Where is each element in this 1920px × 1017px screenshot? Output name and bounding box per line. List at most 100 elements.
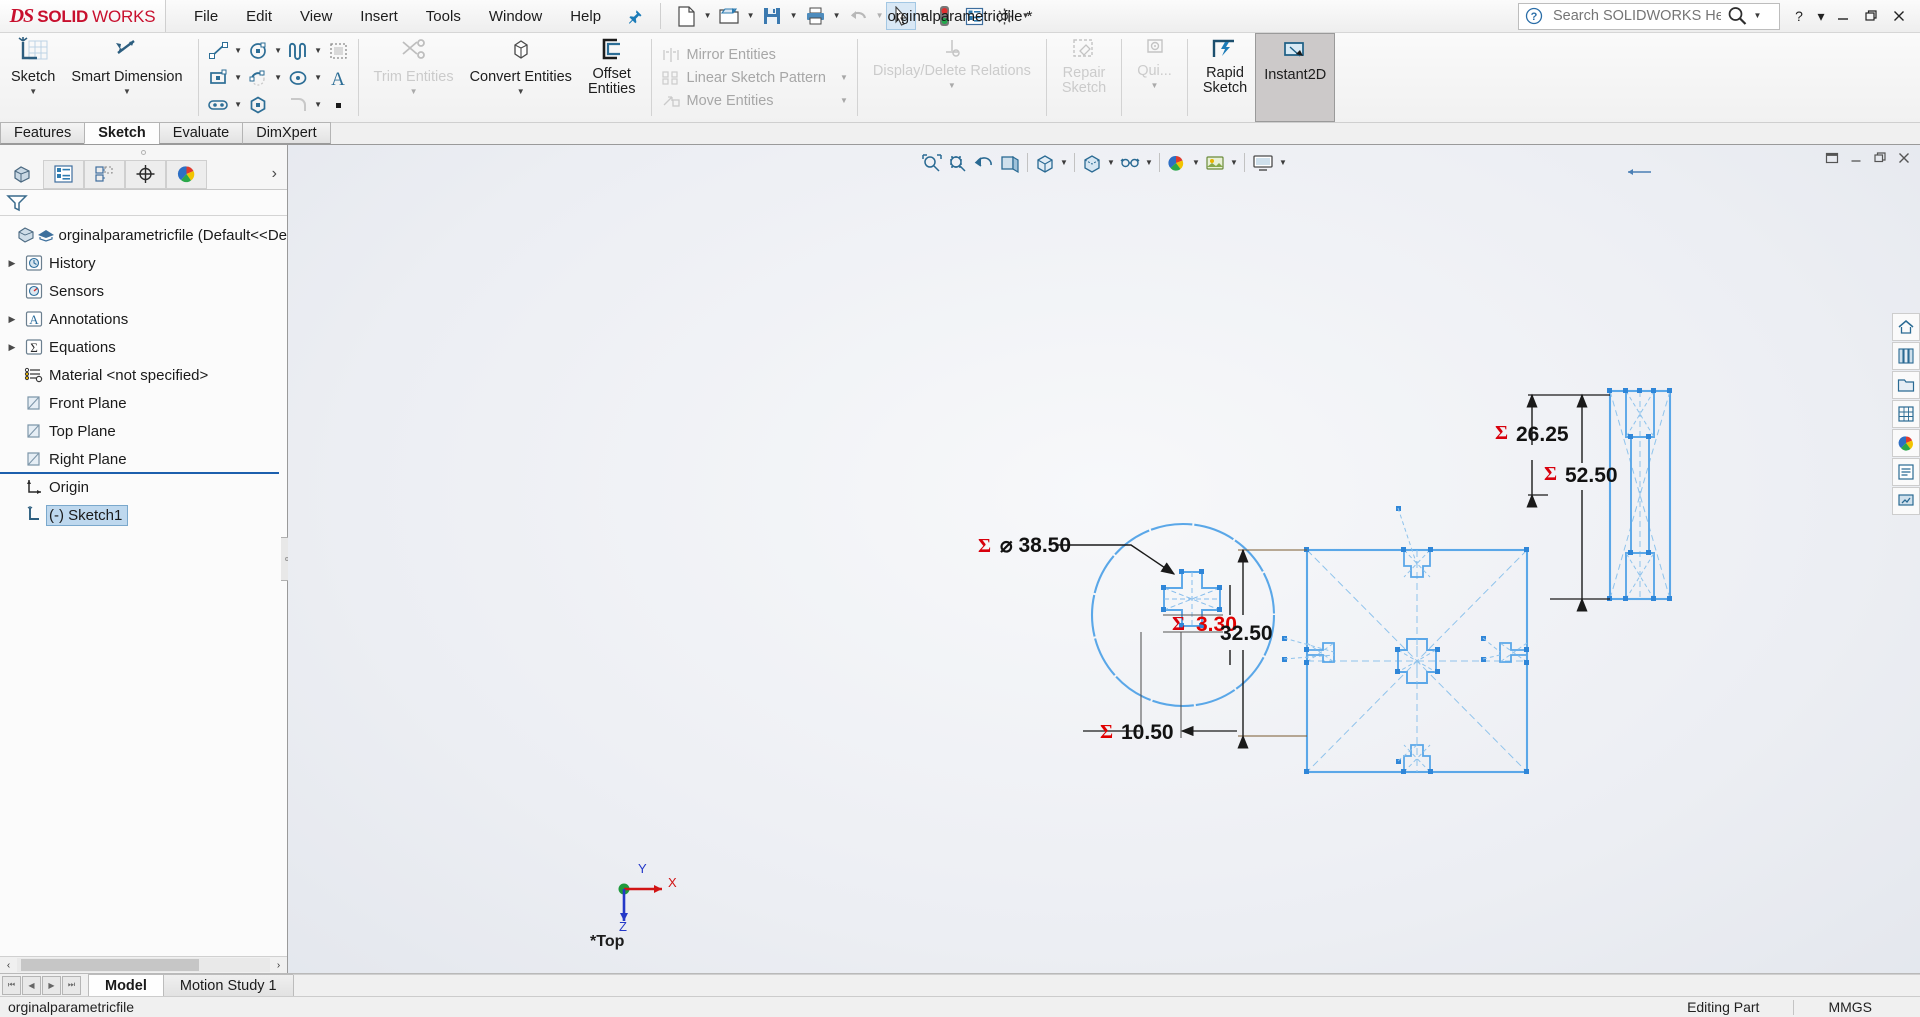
tree-node-top-plane[interactable]: Top Plane [0,417,287,445]
circle-icon[interactable] [245,38,272,63]
mirror-entities-button[interactable]: Mirror Entities [658,43,851,66]
appearance-caret-icon[interactable]: ▼ [1190,158,1202,167]
gear-icon[interactable] [989,2,1019,30]
library-icon[interactable] [1892,342,1920,370]
spline-caret-icon[interactable]: ▼ [312,38,325,63]
feature-manager-tab[interactable] [2,159,43,189]
instant2d-button[interactable]: Instant2D [1255,33,1336,122]
expand-arrow-icon[interactable]: ▶ [2,314,22,325]
rectangle-icon[interactable] [205,65,232,90]
point-icon[interactable] [325,92,352,117]
tree-node-annotations[interactable]: ▶ A Annotations [0,305,287,333]
scroll-thumb[interactable] [21,959,199,971]
menu-item-file[interactable]: File [180,4,232,29]
close-icon[interactable] [1894,148,1914,168]
text-a-icon[interactable]: A [325,65,352,90]
section-view-button[interactable] [997,150,1023,175]
display-style-caret-icon[interactable]: ▼ [1105,158,1117,167]
menu-item-tools[interactable]: Tools [412,4,475,29]
zoom-to-fit-button[interactable] [919,150,945,175]
tab-model[interactable]: Model [88,974,164,996]
tab-sketch[interactable]: Sketch [84,122,160,144]
next-button[interactable]: ▶ [42,975,61,995]
fillet-caret-icon[interactable]: ▼ [312,92,325,117]
apply-scene-button[interactable] [1202,150,1228,175]
tab-motion-study[interactable]: Motion Study 1 [162,974,294,996]
line-caret-icon[interactable]: ▼ [232,38,245,63]
polygon-icon[interactable] [245,92,272,117]
view-orientation-caret-icon[interactable]: ▼ [1058,158,1070,167]
restore-icon[interactable] [1870,148,1890,168]
property-manager-tab[interactable] [43,159,84,189]
arc-caret-icon[interactable]: ▼ [272,65,285,90]
tree-filter-bar[interactable] [0,190,287,216]
offset-entities-button[interactable]: Offset Entities [580,33,644,122]
undo-caret[interactable]: ▼ [873,2,886,30]
select-tool-button[interactable] [886,2,917,30]
trim-region-icon[interactable] [325,38,352,63]
open-document-button[interactable] [714,2,744,30]
configuration-manager-tab[interactable] [84,159,125,189]
scroll-left-arrow-icon[interactable]: ‹ [0,960,17,971]
chevron-down-icon[interactable]: ▼ [517,87,525,96]
chevron-down-icon[interactable]: ▼ [826,96,848,105]
previous-view-button[interactable] [971,150,997,175]
chevron-down-icon[interactable]: ▼ [123,87,131,96]
tree-node-equations[interactable]: ▶ Σ Equations [0,333,287,361]
appearances-sphere-icon[interactable] [1892,429,1920,457]
rebuild-button[interactable] [929,2,959,30]
tree-horizontal-scrollbar[interactable]: ‹ › [0,956,287,973]
rollback-bar[interactable] [0,472,279,474]
slot-caret-icon[interactable]: ▼ [232,92,245,117]
view-orientation-button[interactable] [1032,150,1058,175]
options-caret[interactable]: ▼ [1019,2,1032,30]
chevron-down-icon[interactable]: ▼ [410,87,418,96]
menu-item-window[interactable]: Window [475,4,556,29]
display-delete-relations-button[interactable]: Display/Delete Relations ▼ [865,33,1039,122]
display-manager-tab[interactable] [166,159,207,189]
menu-item-help[interactable]: Help [556,4,615,29]
save-document-caret[interactable]: ▼ [787,2,800,30]
zoom-to-area-button[interactable] [945,150,971,175]
last-button[interactable]: ⏭ [62,975,81,995]
sketch-button[interactable]: Sketch ▼ [3,33,63,122]
render-icon[interactable] [1892,487,1920,515]
menu-item-insert[interactable]: Insert [346,4,412,29]
scroll-right-arrow-icon[interactable]: › [270,960,287,971]
rapid-sketch-button[interactable]: Rapid Sketch [1195,33,1255,122]
tree-node-front-plane[interactable]: Front Plane [0,389,287,417]
hide-show-items-button[interactable] [1117,150,1143,175]
open-document-caret[interactable]: ▼ [744,2,757,30]
select-tool-caret[interactable]: ▼ [916,2,929,30]
circle-caret-icon[interactable]: ▼ [272,38,285,63]
view-palette-icon[interactable] [1892,400,1920,428]
tab-dimxpert[interactable]: DimXpert [242,122,331,144]
home-icon[interactable] [1892,313,1920,341]
scroll-track[interactable] [17,958,270,972]
convert-entities-button[interactable]: Convert Entities ▼ [462,33,580,122]
minimize-button[interactable] [1830,2,1856,30]
tree-node-origin[interactable]: Origin [0,473,287,501]
trim-entities-button[interactable]: Trim Entities ▼ [366,33,462,122]
help-caret-icon[interactable]: ▾ [1814,2,1828,30]
new-document-button[interactable] [671,2,701,30]
spline-icon[interactable] [285,38,312,63]
chevron-down-icon[interactable]: ▼ [948,81,956,90]
tree-node-part[interactable]: orginalparametricfile (Default<<De [0,221,287,249]
print-document-caret[interactable]: ▼ [830,2,843,30]
tree-node-right-plane[interactable]: Right Plane [0,445,287,473]
tree-node-sketch1[interactable]: (-) Sketch1 [0,501,287,529]
hide-show-caret-icon[interactable]: ▼ [1143,158,1155,167]
save-document-button[interactable] [757,2,787,30]
expand-arrow-icon[interactable]: ▶ [2,342,22,353]
magnifier-icon[interactable] [1723,5,1751,27]
menu-item-view[interactable]: View [286,4,346,29]
undo-button[interactable] [843,2,873,30]
edit-appearance-button[interactable] [1164,150,1190,175]
fillet-icon[interactable] [285,92,312,117]
line-icon[interactable] [205,38,232,63]
dimxpert-manager-tab[interactable] [125,159,166,189]
help-search-box[interactable]: ? ▼ [1518,2,1780,30]
restore-button[interactable] [1858,2,1884,30]
panel-grip[interactable] [0,145,287,159]
